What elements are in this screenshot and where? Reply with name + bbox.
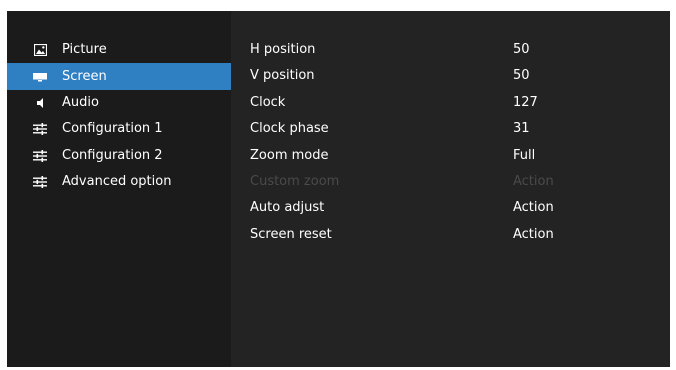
menu-item-label: Configuration 1 xyxy=(62,121,163,137)
setting-value: Action xyxy=(513,200,554,216)
sidebar: Picture Screen Audio Configuration 1 Con… xyxy=(7,11,231,367)
setting-label: V position xyxy=(250,68,315,84)
osd-menu: Picture Screen Audio Configuration 1 Con… xyxy=(7,11,670,367)
setting-row-custom-zoom: Custom zoom Action xyxy=(231,169,670,195)
setting-label: Screen reset xyxy=(250,226,332,242)
setting-value: 50 xyxy=(513,42,530,57)
setting-label: Zoom mode xyxy=(250,147,329,163)
setting-row-zoom-mode[interactable]: Zoom mode Full xyxy=(231,143,670,169)
screen-settings-panel: H position 50 V position 50 Clock 127 Cl… xyxy=(231,11,670,367)
setting-value: 50 xyxy=(513,68,530,84)
setting-row-clock-phase[interactable]: Clock phase 31 xyxy=(231,116,670,142)
setting-row-auto-adjust[interactable]: Auto adjust Action xyxy=(231,195,670,221)
setting-row-clock[interactable]: Clock 127 xyxy=(231,90,670,116)
setting-row-screen-reset[interactable]: Screen reset Action xyxy=(231,222,670,248)
menu-item-advanced-option[interactable]: Advanced option xyxy=(7,169,231,195)
picture-icon xyxy=(33,44,47,57)
setting-value: Full xyxy=(513,147,536,163)
menu-item-audio[interactable]: Audio xyxy=(7,90,231,116)
setting-label: Clock phase xyxy=(250,121,329,137)
settings-list: H position 50 V position 50 Clock 127 Cl… xyxy=(231,37,670,248)
menu-item-label: Audio xyxy=(62,94,99,110)
setting-label: Auto adjust xyxy=(250,200,325,216)
setting-row-v-position[interactable]: V position 50 xyxy=(231,63,670,89)
sliders-icon xyxy=(33,123,47,136)
setting-value: 127 xyxy=(513,94,538,110)
menu-item-label: Picture xyxy=(62,42,107,58)
menu-item-screen[interactable]: Screen xyxy=(7,63,231,90)
setting-value: Action xyxy=(513,226,554,242)
setting-label: Custom zoom xyxy=(250,173,340,189)
menu-item-configuration-2[interactable]: Configuration 2 xyxy=(7,143,231,169)
menu-item-label: Screen xyxy=(62,68,107,84)
setting-row-h-position[interactable]: H position 50 xyxy=(231,37,670,63)
menu-item-label: Configuration 2 xyxy=(62,147,163,163)
sliders-icon xyxy=(33,176,47,189)
setting-value: 31 xyxy=(513,121,530,137)
speaker-icon xyxy=(33,97,47,109)
setting-label: H position xyxy=(250,42,316,57)
menu-item-label: Advanced option xyxy=(62,174,172,190)
main-menu-list: Picture Screen Audio Configuration 1 Con… xyxy=(7,37,231,195)
menu-item-configuration-1[interactable]: Configuration 1 xyxy=(7,116,231,142)
sliders-icon xyxy=(33,149,47,162)
setting-label: Clock xyxy=(250,94,286,110)
setting-value: Action xyxy=(513,173,554,189)
menu-item-picture[interactable]: Picture xyxy=(7,37,231,63)
screen-icon xyxy=(33,71,47,83)
